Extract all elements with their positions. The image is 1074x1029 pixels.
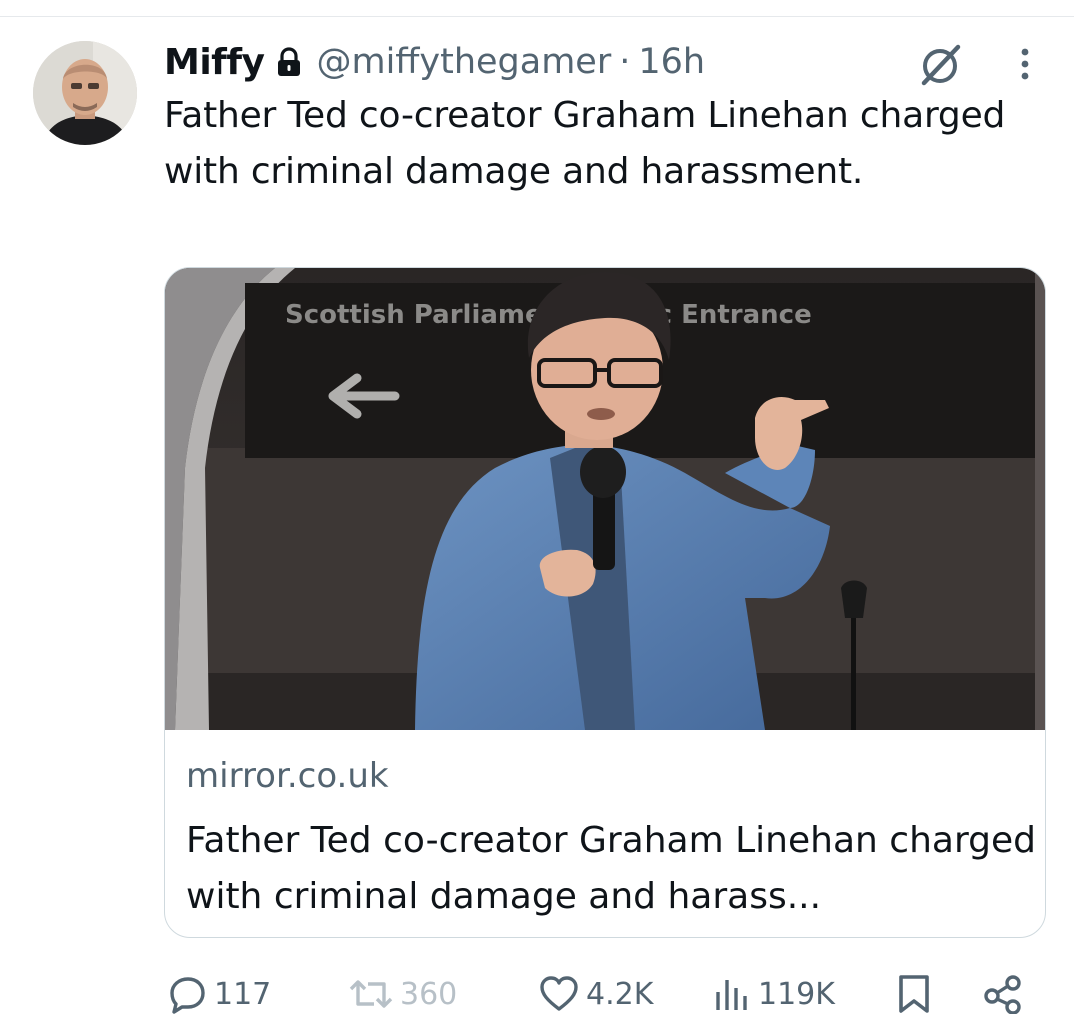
share-button[interactable] (982, 962, 1024, 1026)
display-name[interactable]: Miffy (164, 42, 265, 83)
card-domain: mirror.co.uk (186, 756, 389, 796)
more-icon[interactable] (1010, 45, 1040, 85)
lock-icon (276, 47, 302, 77)
action-bar: 117 360 4.2K 119K (0, 962, 1074, 1026)
user-handle[interactable]: @miffythegamer (316, 42, 611, 82)
timestamp[interactable]: 16h (638, 42, 705, 82)
tweet-text: Father Ted co-creator Graham Linehan cha… (164, 95, 1006, 192)
tweet-header: Miffy @miffythegamer · 16h (164, 36, 705, 88)
separator-dot: · (619, 42, 631, 82)
share-icon (982, 974, 1024, 1014)
top-divider (0, 16, 1074, 17)
grok-icon[interactable] (916, 42, 966, 88)
bookmark-icon (896, 973, 932, 1015)
card-title: Father Ted co-creator Graham Linehan cha… (186, 820, 1036, 917)
retweet-button[interactable]: 360 (348, 962, 457, 1026)
retweet-count: 360 (400, 976, 458, 1012)
retweet-icon (348, 974, 394, 1014)
card-image[interactable]: Scottish Parliament Public Entrance (165, 268, 1045, 730)
heart-icon (538, 974, 580, 1014)
reply-icon (168, 974, 208, 1014)
avatar[interactable] (33, 41, 137, 145)
reply-count: 117 (214, 976, 272, 1012)
views-icon (712, 974, 752, 1014)
like-button[interactable]: 4.2K (538, 962, 653, 1026)
reply-button[interactable]: 117 (168, 962, 271, 1026)
like-count: 4.2K (586, 976, 654, 1012)
views-button[interactable]: 119K (712, 962, 835, 1026)
views-count: 119K (758, 976, 835, 1012)
link-card[interactable]: Scottish Parliament Public Entrance (164, 267, 1046, 938)
bookmark-button[interactable] (896, 962, 932, 1026)
